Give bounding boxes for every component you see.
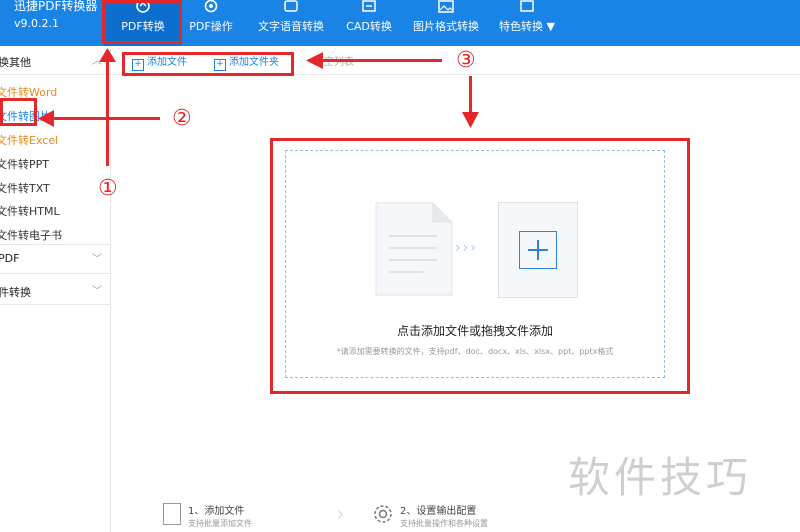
sidebar-item-ppt[interactable]: 文件转PPT [0,156,49,172]
annotation-box-sidebar [0,98,37,126]
app-title: 迅捷PDF转换器 [14,0,98,13]
step-1-subtitle: 支持批量添加文件 [188,519,252,528]
annotation-arrow-head [306,52,323,69]
settings-icon [204,0,218,13]
divider [0,304,110,305]
speech-icon [284,0,298,12]
sidebar-item-ebook[interactable]: 文件转电子书 [0,227,62,243]
cad-icon [362,0,376,12]
chevron-right-icon: › [336,502,345,527]
annotation-arrow [469,76,472,114]
step-2-subtitle: 支持批量操作和各种设置 [400,519,488,528]
annotation-arrow-head [462,112,479,128]
annotation-number-3: ③ [456,48,476,73]
annotation-arrow [322,59,442,62]
annotation-number-2: ② [172,106,192,131]
star-icon [520,0,534,12]
sidebar-section-other[interactable]: 换其他 ︿ [0,48,110,74]
annotation-box-toolbar [122,52,294,76]
tab-label: 特色转换 ▼ [499,20,555,33]
divider [0,244,110,245]
tab-label: 文字语音转换 [258,20,324,33]
sidebar-section-pdf[interactable]: PDF ﹀ [0,246,110,272]
annotation-arrow [106,60,109,166]
tab-label: PDF操作 [189,20,233,33]
sidebar-item-html[interactable]: 文件转HTML [0,203,60,219]
divider [0,74,110,75]
tab-image-format[interactable]: 图片格式转换 [408,0,484,46]
annotation-box-tab [102,0,182,44]
app-version: v9.0.2.1 [14,17,59,30]
annotation-arrow-head [99,48,116,62]
tab-text-speech[interactable]: 文字语音转换 [250,0,332,46]
tab-label: 图片格式转换 [413,20,479,33]
annotation-arrow [52,117,160,120]
gear-icon [374,505,392,523]
tab-pdf-operation[interactable]: PDF操作 [182,0,240,46]
annotation-box-dropzone [270,138,690,394]
annotation-number-1: ① [98,176,118,201]
step-2-title: 2、设置输出配置 [400,506,477,517]
sidebar-item-excel[interactable]: 文件转Excel [0,132,58,148]
tab-label: CAD转换 [346,20,392,33]
annotation-arrow-head [38,110,54,127]
sidebar-section-convert[interactable]: 件转换 ﹀ [0,278,110,304]
step-1-title: 1、添加文件 [188,506,245,517]
divider [0,273,110,274]
file-add-icon [163,503,181,525]
chevron-down-icon: ﹀ [92,254,102,265]
tab-cad[interactable]: CAD转换 [338,0,400,46]
image-icon [438,0,454,13]
chevron-down-icon: ﹀ [92,286,102,297]
watermark: 软件技巧 [568,453,753,502]
tab-special[interactable]: 特色转换 ▼ [492,0,562,46]
sidebar-item-txt[interactable]: 文件转TXT [0,180,50,196]
